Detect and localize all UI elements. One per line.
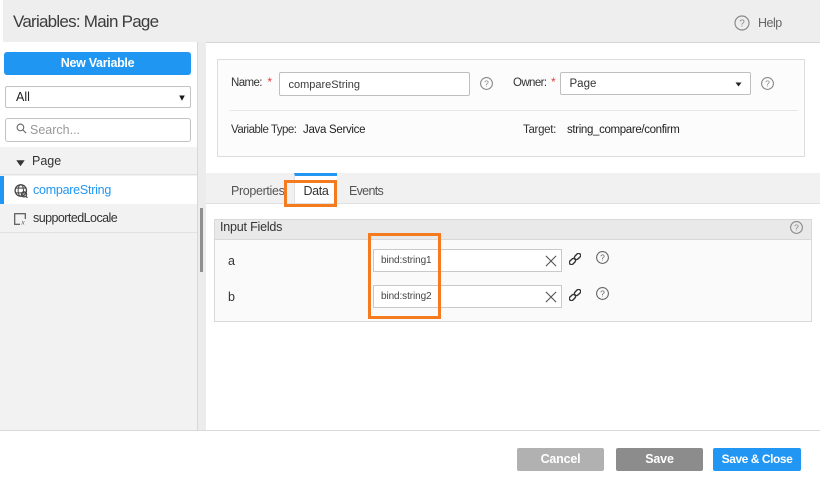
svg-text:?: ? — [765, 79, 770, 89]
svg-text:x: x — [20, 218, 25, 226]
svg-text:?: ? — [484, 79, 489, 89]
svg-text:?: ? — [739, 19, 745, 30]
svg-text:?: ? — [794, 223, 799, 233]
svg-text:?: ? — [600, 253, 605, 263]
svg-text:?: ? — [600, 289, 605, 299]
